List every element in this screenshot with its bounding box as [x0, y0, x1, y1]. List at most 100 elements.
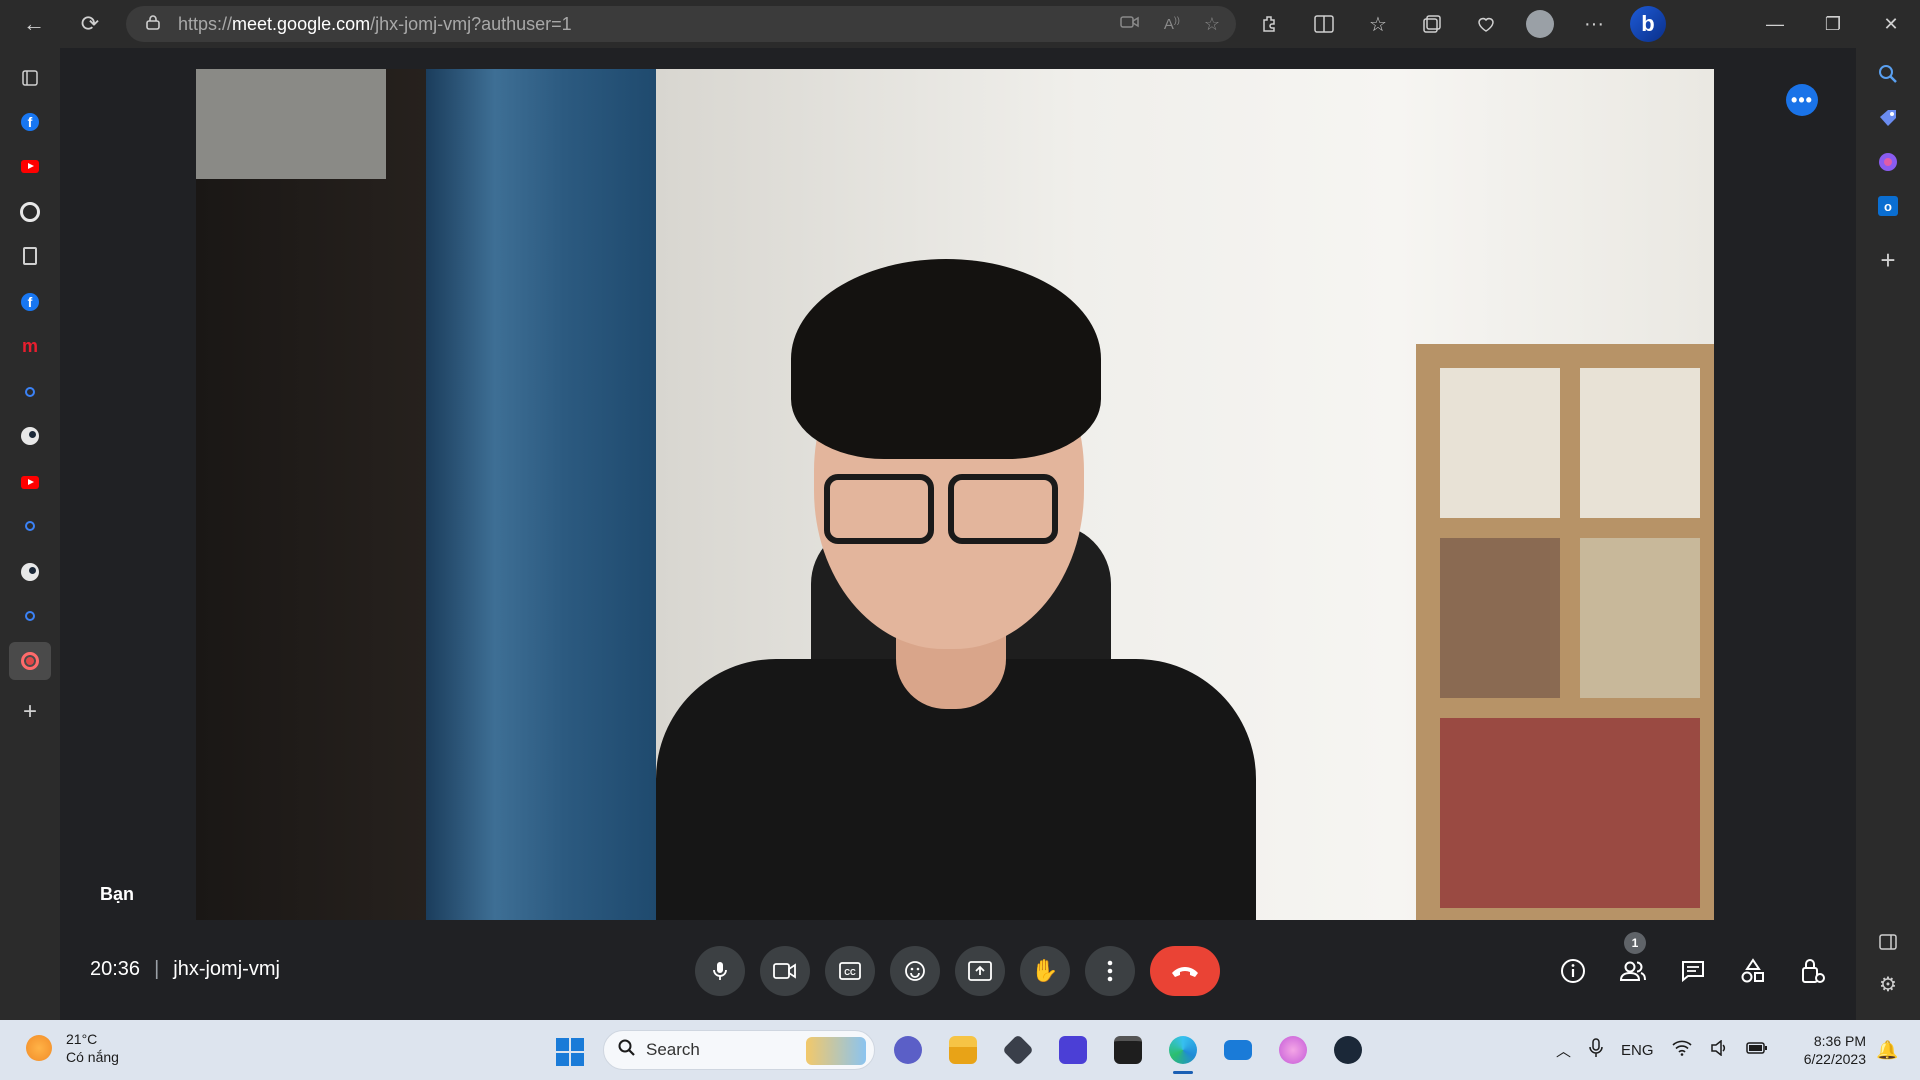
- raise-hand-icon: ✋: [1031, 958, 1059, 983]
- split-screen-icon[interactable]: [1304, 4, 1344, 44]
- taskbar-app-file-explorer[interactable]: [943, 1030, 983, 1070]
- github-icon: [20, 202, 40, 222]
- profile-avatar[interactable]: [1520, 4, 1560, 44]
- chat-button[interactable]: [1670, 948, 1716, 994]
- weather-widget[interactable]: 21°C Có nắng: [26, 1030, 119, 1066]
- wifi-icon[interactable]: [1671, 1040, 1692, 1060]
- self-video-feed: [196, 69, 1714, 920]
- sidebar-item-m[interactable]: m: [14, 330, 46, 362]
- back-button[interactable]: ←: [14, 4, 54, 44]
- taskbar-app-pink[interactable]: [1273, 1030, 1313, 1070]
- taskbar-app-visual-studio[interactable]: [1053, 1030, 1093, 1070]
- microphone-button[interactable]: [695, 946, 745, 996]
- settings-icon[interactable]: ⚙: [1872, 968, 1904, 1000]
- bing-logo: b: [1630, 6, 1666, 42]
- mail-icon: [1224, 1040, 1252, 1060]
- sidebar-icon[interactable]: [1872, 926, 1904, 958]
- sidebar-item-youtube[interactable]: [14, 150, 46, 182]
- language-indicator[interactable]: ENG: [1621, 1042, 1654, 1059]
- taskbar-app-terminal[interactable]: [1108, 1030, 1148, 1070]
- taskbar-app-edge[interactable]: [1163, 1030, 1203, 1074]
- url-host: meet.google.com: [232, 13, 371, 34]
- host-controls-icon: [1802, 959, 1825, 983]
- taskbar-app-teams-chat[interactable]: [888, 1030, 928, 1070]
- taskbar-app-steam[interactable]: [1328, 1030, 1368, 1070]
- add-icon[interactable]: +: [1872, 244, 1904, 276]
- sidebar-item-steam-2[interactable]: [14, 556, 46, 588]
- captions-button[interactable]: CC: [825, 946, 875, 996]
- sidebar-item-search[interactable]: [14, 376, 46, 408]
- read-aloud-icon[interactable]: A)): [1164, 15, 1180, 33]
- people-button[interactable]: 1: [1610, 932, 1656, 994]
- url-text[interactable]: https://meet.google.com/jhx-jomj-vmj?aut…: [178, 14, 572, 35]
- taskbar-clock[interactable]: 8:36 PM 6/22/2023: [1790, 1032, 1866, 1068]
- bing-icon[interactable]: b: [1628, 4, 1668, 44]
- chat-icon: [1682, 961, 1704, 983]
- end-call-icon: [1172, 967, 1198, 977]
- battery-icon[interactable]: [1745, 1041, 1768, 1059]
- clock-date: 6/22/2023: [1803, 1051, 1866, 1067]
- chevron-up-icon[interactable]: ︿: [1556, 1040, 1571, 1061]
- participant-count-badge: 1: [1624, 932, 1646, 954]
- sidebar-item-facebook[interactable]: f: [14, 106, 46, 138]
- weather-desc: Có nắng: [66, 1049, 119, 1065]
- svg-text:CC: CC: [844, 968, 856, 977]
- left-sidebar: f f m +: [0, 48, 60, 1020]
- people-icon: [1619, 961, 1646, 981]
- present-icon: [968, 961, 992, 981]
- browser-essentials-icon[interactable]: [1466, 4, 1506, 44]
- search-icon[interactable]: [1872, 58, 1904, 90]
- camera-button[interactable]: [760, 946, 810, 996]
- taskbar-app-mail[interactable]: [1218, 1030, 1258, 1070]
- minimize-button[interactable]: —: [1746, 0, 1804, 48]
- terminal-icon: [1114, 1036, 1142, 1064]
- raise-hand-button[interactable]: ✋: [1020, 946, 1070, 996]
- activities-button[interactable]: [1730, 948, 1776, 994]
- taskbar-search[interactable]: Search: [603, 1030, 875, 1070]
- sidebar-item-search-2[interactable]: [14, 510, 46, 542]
- favorites-icon[interactable]: ☆: [1358, 4, 1398, 44]
- lock-icon[interactable]: [146, 14, 166, 35]
- volume-icon[interactable]: [1710, 1039, 1728, 1060]
- sidebar-item-youtube-2[interactable]: [14, 466, 46, 498]
- sidebar-item-github[interactable]: [14, 196, 46, 228]
- present-button[interactable]: [955, 946, 1005, 996]
- sidebar-item-facebook-2[interactable]: f: [14, 286, 46, 318]
- close-button[interactable]: ✕: [1862, 0, 1920, 48]
- restore-button[interactable]: ❐: [1804, 0, 1862, 48]
- tag-icon[interactable]: [1872, 102, 1904, 134]
- collections-icon[interactable]: [1412, 4, 1452, 44]
- add-icon: +: [22, 698, 37, 725]
- refresh-button[interactable]: ⟳: [70, 4, 110, 44]
- tile-more-options-button[interactable]: •••: [1786, 84, 1818, 116]
- search-highlight-image: [806, 1037, 866, 1065]
- microphone-icon[interactable]: [1589, 1038, 1603, 1062]
- host-controls-button[interactable]: [1790, 948, 1836, 994]
- separator: |: [154, 958, 160, 980]
- start-button[interactable]: [556, 1038, 584, 1066]
- emoji-button[interactable]: [890, 946, 940, 996]
- outlook-icon[interactable]: o: [1872, 190, 1904, 222]
- more-options-button[interactable]: [1085, 946, 1135, 996]
- sidebar-item-steam[interactable]: [14, 420, 46, 452]
- end-call-button[interactable]: [1150, 946, 1220, 996]
- right-sidebar: o + ⚙: [1856, 48, 1920, 1020]
- more-icon[interactable]: ···: [1574, 4, 1614, 44]
- copilot-icon[interactable]: [1872, 146, 1904, 178]
- video-icon[interactable]: [1120, 14, 1140, 35]
- sidebar-item-document[interactable]: [14, 240, 46, 272]
- meeting-info-button[interactable]: [1550, 948, 1596, 994]
- address-bar[interactable]: https://meet.google.com/jhx-jomj-vmj?aut…: [126, 6, 1236, 42]
- tabs-icon[interactable]: [14, 62, 46, 94]
- weather-temp: 21°C: [66, 1031, 98, 1047]
- star-icon[interactable]: ☆: [1204, 14, 1220, 35]
- more-horiz-icon: •••: [1791, 89, 1813, 110]
- sidebar-item-record[interactable]: [9, 642, 51, 680]
- extensions-icon[interactable]: [1250, 4, 1290, 44]
- add-sidebar-item-button[interactable]: +: [14, 696, 46, 728]
- sidebar-item-search-3[interactable]: [14, 600, 46, 632]
- notifications-icon[interactable]: 🔔: [1876, 1040, 1898, 1061]
- taskbar-app-cube[interactable]: [998, 1030, 1038, 1070]
- emoji-icon: [905, 961, 925, 981]
- captions-icon: CC: [839, 962, 861, 980]
